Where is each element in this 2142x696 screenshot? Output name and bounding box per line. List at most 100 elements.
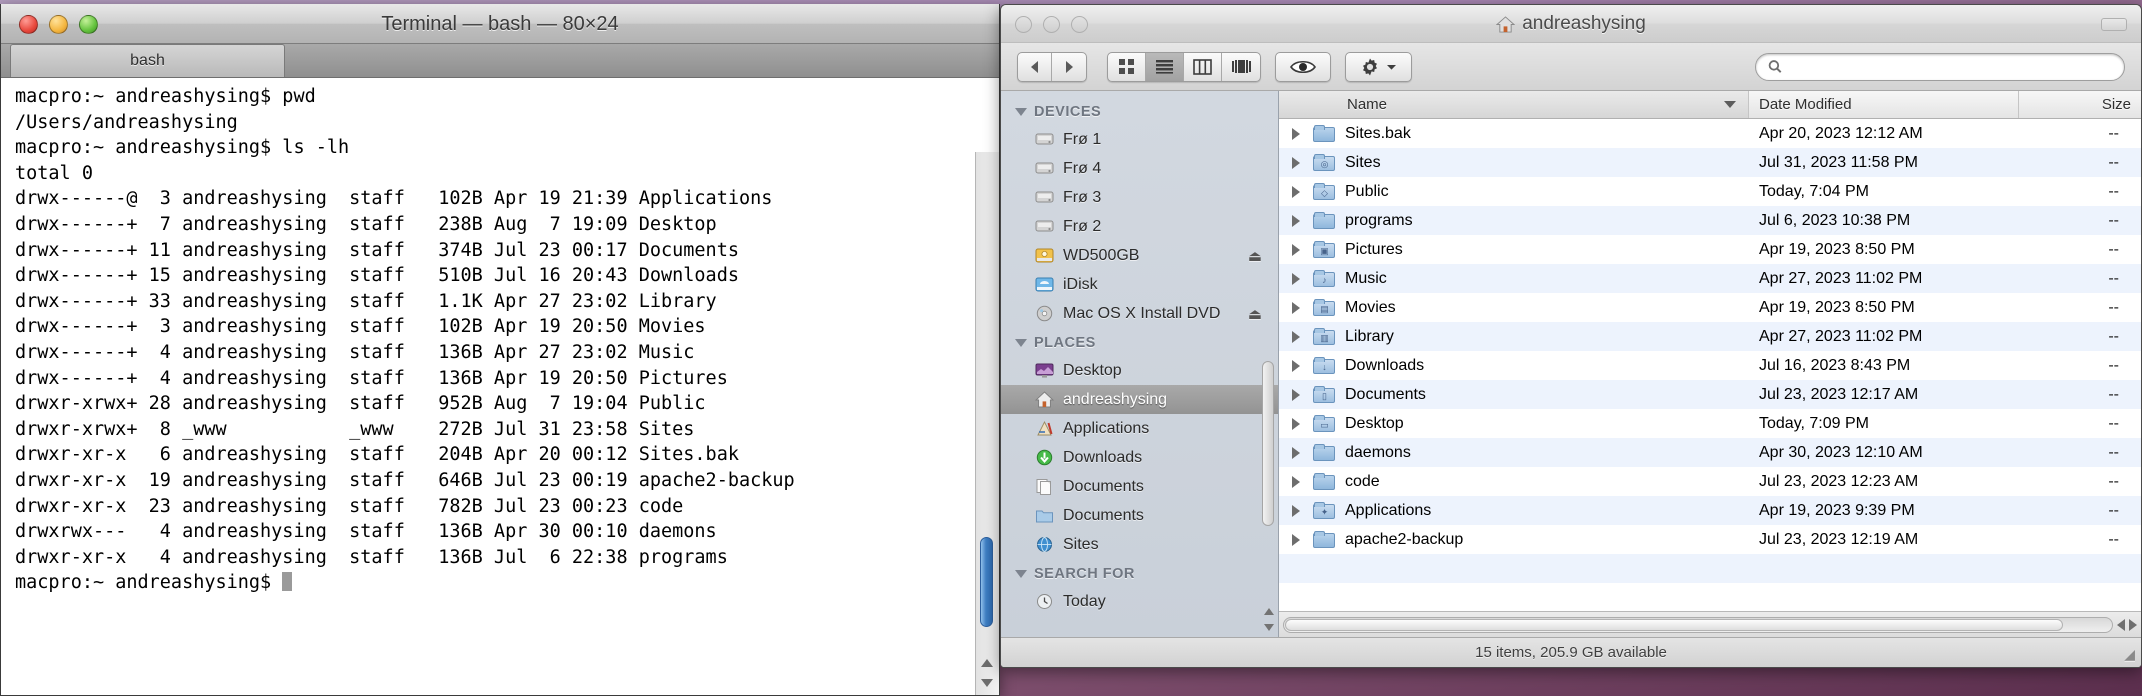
sidebar-item-desktop[interactable]: Desktop xyxy=(1001,356,1278,385)
disclosure-triangle-icon[interactable] xyxy=(1015,570,1027,578)
hscroll-track[interactable] xyxy=(1283,616,2113,633)
finder-titlebar[interactable]: andreashysing xyxy=(1001,5,2141,43)
size-cell: -- xyxy=(2108,240,2119,258)
finder-window[interactable]: andreashysing DEVICES Frø 1 Frø 4 Frø 3 … xyxy=(1000,4,2142,668)
sidebar-item-documents-alias[interactable]: Documents xyxy=(1001,472,1278,501)
file-list-header[interactable]: Name Date Modified Size xyxy=(1279,91,2141,119)
sidebar-item-fro-2[interactable]: Frø 2 xyxy=(1001,212,1278,241)
disclosure-triangle-icon[interactable] xyxy=(1279,533,1313,546)
finder-toolbar-toggle-button[interactable] xyxy=(2101,18,2127,31)
disclosure-triangle-icon[interactable] xyxy=(1279,272,1313,285)
view-mode-coverflow-button[interactable] xyxy=(1222,53,1260,81)
sidebar-scroll-down-icon[interactable] xyxy=(1264,624,1274,631)
disclosure-triangle-icon[interactable] xyxy=(1279,504,1313,517)
disclosure-triangle-icon[interactable] xyxy=(1279,156,1313,169)
disclosure-triangle-icon[interactable] xyxy=(1279,330,1313,343)
file-list-horizontal-scrollbar[interactable] xyxy=(1279,611,2141,637)
scroll-up-arrow-icon[interactable] xyxy=(981,659,993,667)
sidebar-item-today[interactable]: Today xyxy=(1001,587,1278,616)
table-row[interactable]: code Jul 23, 2023 12:23 AM -- xyxy=(1279,467,2141,496)
terminal-tab-bar[interactable]: bash xyxy=(1,44,999,78)
table-row[interactable]: ▯ Documents Jul 23, 2023 12:17 AM -- xyxy=(1279,380,2141,409)
forward-button[interactable] xyxy=(1052,53,1086,81)
navigation-buttons[interactable] xyxy=(1017,51,1087,82)
hscroll-thumb[interactable] xyxy=(1285,618,2064,631)
table-row[interactable]: apache2-backup Jul 23, 2023 12:19 AM -- xyxy=(1279,525,2141,554)
terminal-window[interactable]: Terminal — bash — 80×24 bash macpro:~ an… xyxy=(0,4,1000,696)
sidebar-item-fro-3[interactable]: Frø 3 xyxy=(1001,183,1278,212)
table-row[interactable]: daemons Apr 30, 2023 12:10 AM -- xyxy=(1279,438,2141,467)
applications-folder-icon: ✦ xyxy=(1313,502,1335,519)
finder-sidebar[interactable]: DEVICES Frø 1 Frø 4 Frø 3 Frø 2 WD500GB … xyxy=(1001,91,1279,637)
disclosure-triangle-icon[interactable] xyxy=(1279,243,1313,256)
sidebar-item-fro-4[interactable]: Frø 4 xyxy=(1001,154,1278,183)
sidebar-section-places[interactable]: PLACES xyxy=(1001,328,1278,356)
disclosure-triangle-icon[interactable] xyxy=(1279,388,1313,401)
table-row[interactable]: programs Jul 6, 2023 10:38 PM -- xyxy=(1279,206,2141,235)
table-row[interactable]: ▣ Pictures Apr 19, 2023 8:50 PM -- xyxy=(1279,235,2141,264)
file-name-label: Movies xyxy=(1345,298,1396,316)
sidebar-item-wd500gb[interactable]: WD500GB ⏏ xyxy=(1001,241,1278,270)
terminal-titlebar[interactable]: Terminal — bash — 80×24 xyxy=(1,4,999,44)
disclosure-triangle-icon[interactable] xyxy=(1015,339,1027,347)
terminal-scrollbar[interactable] xyxy=(975,152,999,695)
table-row[interactable]: ▥ Library Apr 27, 2023 11:02 PM -- xyxy=(1279,322,2141,351)
table-row[interactable]: ◇ Public Today, 7:04 PM -- xyxy=(1279,177,2141,206)
disclosure-triangle-icon[interactable] xyxy=(1279,359,1313,372)
table-row[interactable]: ▤ Movies Apr 19, 2023 8:50 PM -- xyxy=(1279,293,2141,322)
sidebar-section-devices[interactable]: DEVICES xyxy=(1001,97,1278,125)
finder-toolbar[interactable] xyxy=(1001,43,2141,91)
table-row[interactable]: Sites.bak Apr 20, 2023 12:12 AM -- xyxy=(1279,119,2141,148)
search-input[interactable] xyxy=(1790,58,2112,75)
sidebar-scroll-up-icon[interactable] xyxy=(1264,608,1274,615)
sidebar-item-downloads[interactable]: Downloads xyxy=(1001,443,1278,472)
sidebar-item-documents[interactable]: Documents xyxy=(1001,501,1278,530)
table-row[interactable]: ↓ Downloads Jul 16, 2023 8:43 PM -- xyxy=(1279,351,2141,380)
table-row[interactable]: ▭ Desktop Today, 7:09 PM -- xyxy=(1279,409,2141,438)
sidebar-item-fro-1[interactable]: Frø 1 xyxy=(1001,125,1278,154)
disclosure-triangle-icon[interactable] xyxy=(1015,108,1027,116)
sidebar-item-applications[interactable]: Applications xyxy=(1001,414,1278,443)
view-mode-column-button[interactable] xyxy=(1184,52,1222,81)
tab-bash[interactable]: bash xyxy=(10,44,285,77)
disclosure-triangle-icon[interactable] xyxy=(1279,301,1313,314)
disclosure-triangle-icon[interactable] xyxy=(1279,446,1313,459)
table-row[interactable]: ✦ Applications Apr 19, 2023 9:39 PM -- xyxy=(1279,496,2141,525)
search-field[interactable] xyxy=(1755,52,2125,81)
terminal-body[interactable]: macpro:~ andreashysing$ pwd /Users/andre… xyxy=(1,78,999,695)
hscroll-right-arrow-icon[interactable] xyxy=(2129,618,2137,631)
sidebar-item-sites[interactable]: Sites xyxy=(1001,530,1278,559)
disclosure-triangle-icon[interactable] xyxy=(1279,185,1313,198)
scroll-down-arrow-icon[interactable] xyxy=(981,679,993,687)
disclosure-triangle-icon[interactable] xyxy=(1279,214,1313,227)
sidebar-item-idisk[interactable]: iDisk xyxy=(1001,270,1278,299)
table-row[interactable]: ◎ Sites Jul 31, 2023 11:58 PM -- xyxy=(1279,148,2141,177)
sidebar-item-mac-os-x-install-dvd[interactable]: Mac OS X Install DVD ⏏ xyxy=(1001,299,1278,328)
sidebar-section-search-for[interactable]: SEARCH FOR xyxy=(1001,559,1278,587)
date-modified-cell: Apr 30, 2023 12:10 AM xyxy=(1759,443,1923,461)
quicklook-button[interactable] xyxy=(1275,51,1331,82)
file-list-pane[interactable]: Name Date Modified Size Sites.bak Apr 20,… xyxy=(1279,91,2141,637)
disclosure-triangle-icon[interactable] xyxy=(1279,127,1313,140)
disclosure-triangle-icon[interactable] xyxy=(1279,475,1313,488)
file-name-label: code xyxy=(1345,472,1380,490)
view-mode-icon-button[interactable] xyxy=(1108,52,1146,81)
disclosure-triangle-icon[interactable] xyxy=(1279,417,1313,430)
sidebar-item-andreashysing[interactable]: andreashysing xyxy=(1001,385,1278,414)
date-modified-cell: Apr 27, 2023 11:02 PM xyxy=(1759,269,1923,287)
table-row[interactable]: ♪ Music Apr 27, 2023 11:02 PM -- xyxy=(1279,264,2141,293)
column-header-size[interactable]: Size xyxy=(2019,91,2141,118)
action-menu-button[interactable] xyxy=(1345,51,1412,82)
back-button[interactable] xyxy=(1018,52,1052,81)
column-header-name[interactable]: Name xyxy=(1279,91,1749,118)
resize-grip-icon[interactable]: ◢ xyxy=(2124,646,2135,663)
hscroll-left-arrow-icon[interactable] xyxy=(2117,618,2125,631)
sidebar-scrollbar[interactable] xyxy=(1260,241,1277,637)
view-mode-switcher[interactable] xyxy=(1107,51,1261,82)
file-list-rows[interactable]: Sites.bak Apr 20, 2023 12:12 AM -- ◎ Sites Ju… xyxy=(1279,119,2141,611)
terminal-scrollbar-thumb[interactable] xyxy=(980,537,993,627)
sidebar-scrollbar-thumb[interactable] xyxy=(1262,361,1274,526)
folder-icon xyxy=(1313,444,1335,461)
view-mode-list-button[interactable] xyxy=(1146,52,1184,81)
column-header-date-modified[interactable]: Date Modified xyxy=(1749,91,2019,118)
